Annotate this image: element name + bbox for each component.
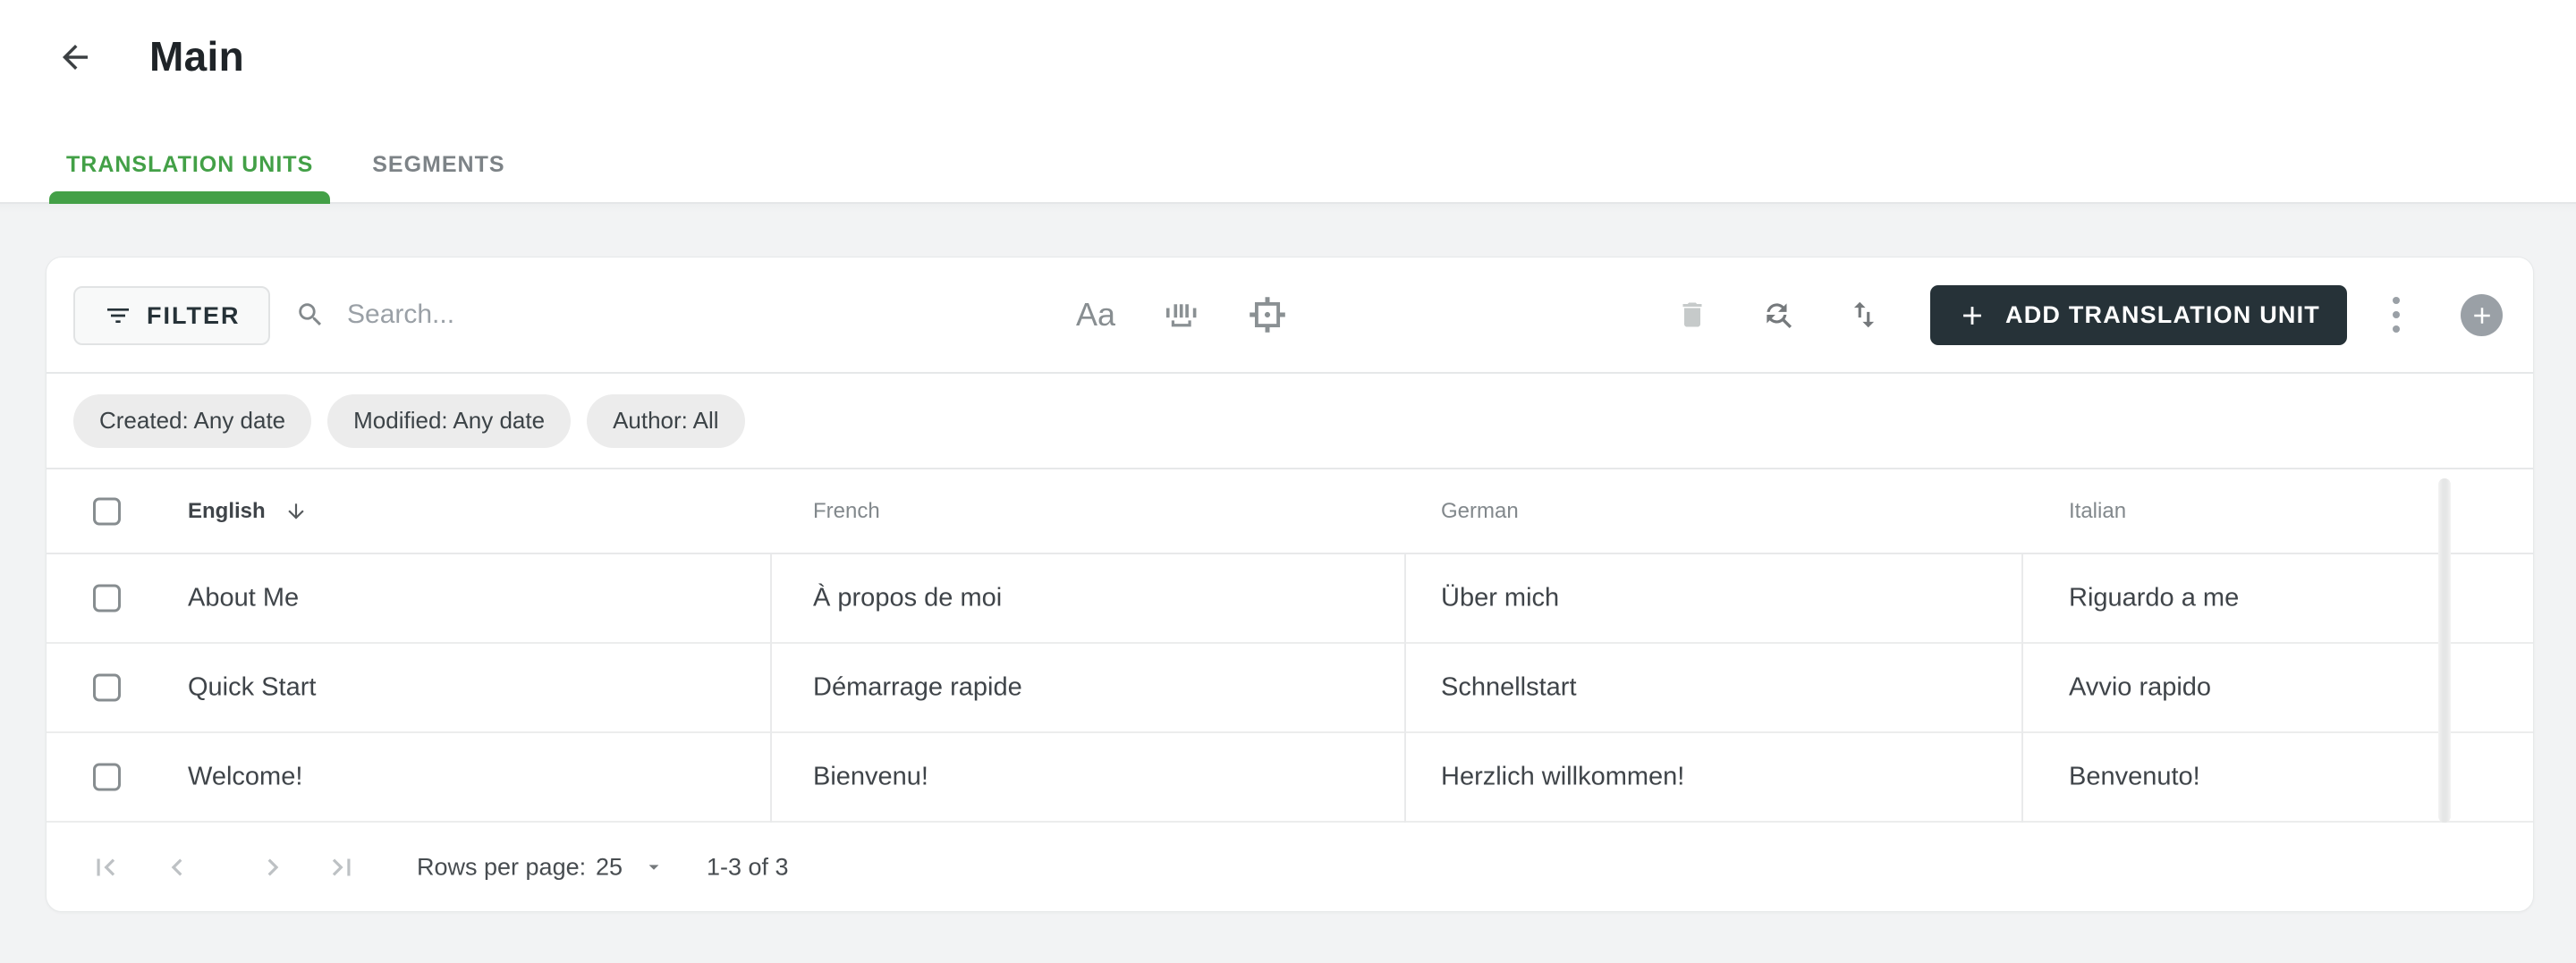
- filter-icon: [107, 308, 129, 323]
- filter-button[interactable]: FILTER: [73, 286, 271, 345]
- find-replace-icon: [1767, 303, 1792, 329]
- pagination-range: 1-3 of 3: [707, 853, 789, 880]
- column-header-french[interactable]: French: [813, 499, 880, 524]
- previous-page-button[interactable]: [157, 848, 197, 887]
- column-label: English: [188, 498, 266, 523]
- column-divider: [1404, 554, 1406, 823]
- kebab-menu-icon: [2393, 297, 2400, 333]
- chip-created[interactable]: Created: Any date: [73, 393, 312, 448]
- tab-bar: TRANSLATION UNITS SEGMENTS: [49, 125, 522, 206]
- more-menu-button[interactable]: [2377, 291, 2416, 338]
- first-page-button[interactable]: [86, 848, 125, 887]
- match-selection-button[interactable]: [1248, 291, 1287, 338]
- cell-german: Herzlich willkommen!: [1441, 762, 1685, 791]
- row-checkbox[interactable]: [93, 584, 121, 612]
- page-header: Main TRANSLATION UNITS SEGMENTS: [0, 0, 2576, 206]
- search-icon: [299, 303, 322, 326]
- cell-english: Welcome!: [188, 762, 303, 791]
- cell-italian: Riguardo a me: [2069, 583, 2240, 612]
- trash-icon: [1682, 302, 1702, 327]
- pagination-bar: Rows per page: 25 1-3 of 3: [47, 823, 2533, 911]
- find-replace-button[interactable]: [1758, 291, 1798, 338]
- plus-icon: [1963, 306, 1981, 325]
- cell-italian: Benvenuto!: [2069, 762, 2200, 791]
- whole-word-icon: [1165, 304, 1197, 327]
- column-divider: [2021, 554, 2023, 823]
- chip-author[interactable]: Author: All: [587, 393, 745, 448]
- table-header-row: English French German Italian: [47, 469, 2533, 554]
- last-page-button[interactable]: [322, 848, 361, 887]
- toolbar-actions: [1673, 258, 1884, 372]
- sort-button[interactable]: [1844, 291, 1884, 338]
- add-circle-button[interactable]: [2461, 294, 2503, 336]
- content-area: FILTER Aa: [0, 204, 2576, 963]
- column-header-german[interactable]: German: [1441, 499, 1519, 524]
- match-case-button[interactable]: Aa: [1076, 291, 1115, 338]
- column-header-italian[interactable]: Italian: [2069, 499, 2126, 524]
- table-row[interactable]: Welcome! Bienvenu! Herzlich willkommen! …: [47, 733, 2533, 823]
- table-row[interactable]: About Me À propos de moi Über mich Rigua…: [47, 554, 2533, 644]
- row-checkbox[interactable]: [93, 673, 121, 702]
- column-header-english[interactable]: English: [188, 499, 308, 524]
- whole-word-button[interactable]: [1162, 291, 1201, 338]
- sort-arrows-icon: [1853, 301, 1875, 328]
- sort-arrow-down-icon: [288, 503, 304, 520]
- cell-french: À propos de moi: [813, 583, 1003, 612]
- next-page-button[interactable]: [253, 848, 292, 887]
- column-divider: [770, 554, 772, 823]
- chip-modified[interactable]: Modified: Any date: [327, 393, 572, 448]
- tab-label: SEGMENTS: [372, 151, 505, 177]
- add-translation-unit-button[interactable]: ADD TRANSLATION UNIT: [1930, 285, 2347, 345]
- row-checkbox[interactable]: [93, 763, 121, 791]
- plus-circle-icon: [2473, 307, 2490, 324]
- cell-italian: Avvio rapido: [2069, 672, 2212, 702]
- arrow-left-icon: [63, 45, 88, 70]
- tab-translation-units[interactable]: TRANSLATION UNITS: [49, 125, 331, 206]
- translation-units-card: FILTER Aa: [46, 257, 2534, 912]
- table-row[interactable]: Quick Start Démarrage rapide Schnellstar…: [47, 644, 2533, 733]
- cell-french: Bienvenu!: [813, 762, 928, 791]
- first-page-icon: [97, 858, 115, 875]
- page: Main TRANSLATION UNITS SEGMENTS FILTER S…: [0, 0, 2576, 963]
- rows-per-page-label: Rows per page:: [417, 853, 587, 880]
- cell-french: Démarrage rapide: [813, 672, 1022, 702]
- chevron-left-icon: [171, 858, 182, 875]
- cell-german: Über mich: [1441, 583, 1560, 612]
- match-case-icon: Aa: [1075, 296, 1116, 333]
- select-all-checkbox[interactable]: [93, 497, 121, 525]
- cell-english: About Me: [188, 583, 300, 612]
- vertical-scrollbar[interactable]: [2438, 478, 2451, 823]
- filter-chips-row: Created: Any date Modified: Any date Aut…: [47, 374, 2533, 469]
- last-page-icon: [332, 858, 351, 875]
- delete-button[interactable]: [1673, 291, 1712, 338]
- tab-label: TRANSLATION UNITS: [66, 151, 314, 177]
- cell-german: Schnellstart: [1441, 672, 1577, 702]
- search-box: [295, 258, 919, 372]
- add-translation-unit-label: ADD TRANSLATION UNIT: [2005, 301, 2320, 328]
- back-button[interactable]: [52, 34, 98, 80]
- rows-per-page-value: 25: [596, 853, 623, 880]
- selection-frame-icon: [1250, 297, 1285, 333]
- search-input[interactable]: [347, 300, 919, 330]
- chevron-right-icon: [267, 858, 279, 875]
- cell-english: Quick Start: [188, 672, 317, 702]
- toolbar: FILTER Aa: [47, 258, 2533, 374]
- filter-button-label: FILTER: [147, 301, 241, 329]
- rows-per-page-select[interactable]: 25: [596, 853, 665, 881]
- tab-segments[interactable]: SEGMENTS: [355, 125, 521, 204]
- search-options: Aa: [1076, 258, 1287, 372]
- translation-units-table: English French German Italian About Me À…: [47, 469, 2533, 823]
- dropdown-arrow-icon: [648, 865, 659, 870]
- page-title: Main: [149, 33, 244, 80]
